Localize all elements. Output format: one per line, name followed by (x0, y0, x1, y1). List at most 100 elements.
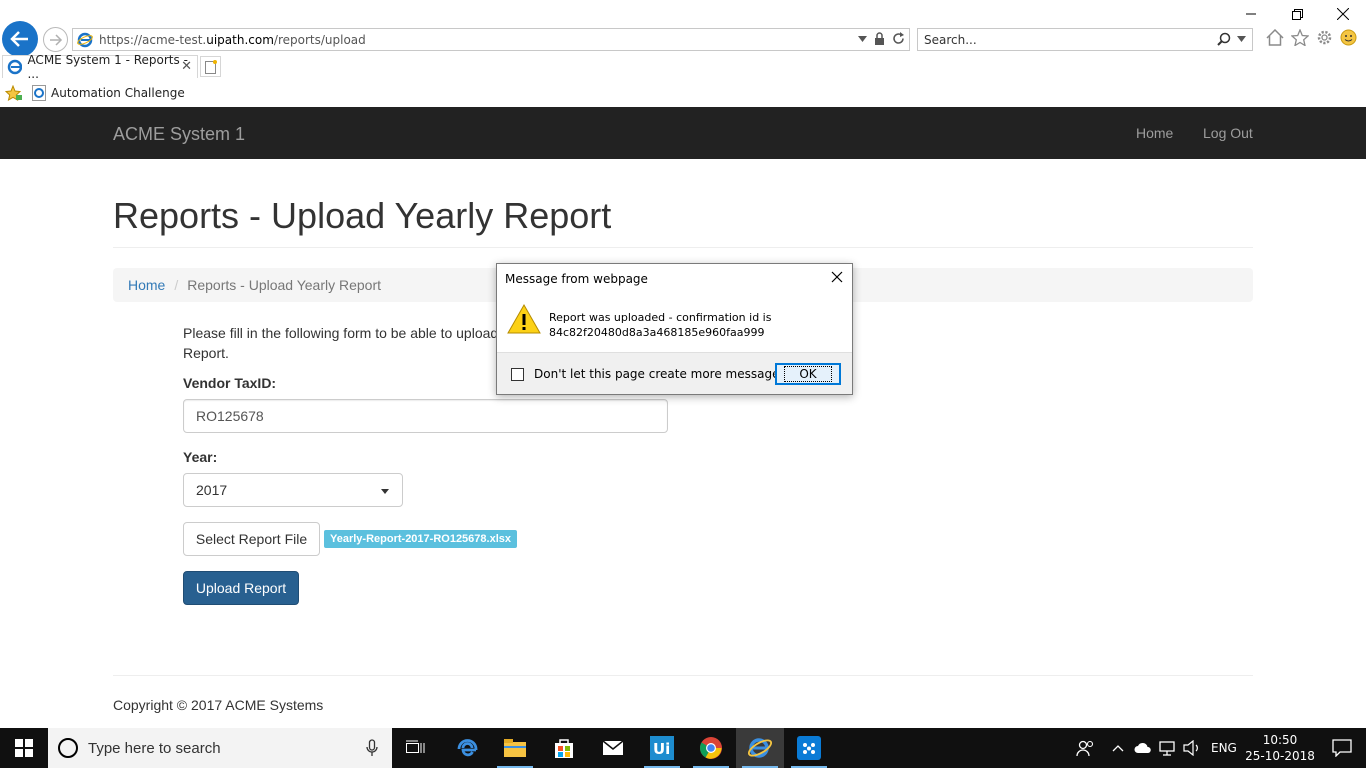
task-view-button[interactable] (392, 728, 440, 768)
taskbar-chrome[interactable] (687, 728, 735, 768)
warning-icon (507, 303, 541, 334)
internet-explorer-icon (747, 738, 773, 758)
taskbar-store[interactable] (540, 728, 588, 768)
suppress-messages-checkbox[interactable] (511, 368, 524, 381)
windows-taskbar: Type here to search Ui ENG 10:50 25-10-2… (0, 728, 1366, 768)
lock-icon[interactable] (874, 32, 885, 45)
close-icon[interactable] (830, 270, 844, 284)
smiley-feedback-icon[interactable] (1340, 29, 1357, 46)
volume-icon[interactable] (1183, 740, 1201, 756)
form-intro-text: Please fill in the following form to be … (183, 323, 503, 363)
upload-report-button[interactable]: Upload Report (183, 571, 299, 605)
taskbar-uipath-studio[interactable]: Ui (638, 728, 686, 768)
dialog-message-line-1: Report was uploaded - confirmation id is (549, 311, 772, 324)
taskbar-search-placeholder: Type here to search (88, 739, 221, 757)
minimize-icon (1246, 13, 1256, 15)
page-title: Reports - Upload Yearly Report (113, 195, 612, 236)
ok-button-label: OK (784, 366, 832, 382)
store-bag-icon (555, 739, 573, 758)
url-domain: uipath.com (206, 32, 274, 47)
new-tab-icon (204, 59, 217, 74)
refresh-icon[interactable] (892, 32, 905, 45)
gear-icon[interactable] (1316, 29, 1333, 46)
new-tab-button[interactable] (200, 56, 221, 77)
taskbar-internet-explorer[interactable] (736, 728, 784, 768)
task-view-icon (406, 740, 425, 753)
taskbar-file-explorer[interactable] (491, 728, 539, 768)
home-icon[interactable] (1266, 29, 1284, 46)
vendor-taxid-input[interactable] (183, 399, 668, 433)
confirmation-id: 84c82f20480d8a3a468185e960faa999 (549, 326, 765, 339)
address-bar-actions (858, 32, 905, 45)
breadcrumb-separator: / (174, 277, 179, 293)
nav-logout-link[interactable]: Log Out (1203, 125, 1253, 141)
browser-search-placeholder: Search... (924, 32, 977, 47)
favorites-bar: Automation Challenge (0, 81, 1366, 105)
folder-icon (504, 739, 526, 757)
start-button[interactable] (0, 728, 48, 768)
microphone-icon[interactable] (366, 739, 378, 757)
url-path: /reports/upload (273, 32, 366, 47)
chrome-icon (700, 737, 722, 759)
notifications-icon (1332, 739, 1352, 757)
taskbar-edge[interactable] (443, 728, 491, 768)
site-brand[interactable]: ACME System 1 (113, 124, 245, 145)
selected-file-badge: Yearly-Report-2017-RO125678.xlsx (324, 530, 517, 548)
system-tray: ENG (1076, 728, 1237, 768)
clock-date: 25-10-2018 (1245, 749, 1315, 763)
browser-search-input[interactable]: Search... (917, 28, 1253, 51)
onedrive-cloud-icon[interactable] (1134, 742, 1152, 754)
favorites-star-icon[interactable] (1291, 29, 1309, 46)
dialog-footer: Don't let this page create more messages… (497, 352, 852, 394)
back-arrow-icon (10, 31, 28, 47)
year-select[interactable]: 2017 (183, 473, 403, 507)
chevron-down-icon[interactable] (1237, 36, 1246, 42)
address-bar[interactable]: https://acme-test. uipath.com/reports/upl… (72, 28, 910, 51)
footer-divider (113, 675, 1253, 676)
forward-button[interactable] (43, 27, 68, 52)
close-tab-icon[interactable]: ✕ (181, 59, 192, 74)
tab-title: ACME System 1 - Reports - ... (27, 53, 188, 81)
action-center-button[interactable] (1318, 728, 1366, 768)
input-language[interactable]: ENG (1211, 741, 1237, 755)
back-button[interactable] (2, 21, 38, 57)
ok-button[interactable]: OK (775, 363, 841, 385)
mail-icon (602, 740, 624, 755)
taskbar-mail[interactable] (589, 728, 637, 768)
forward-arrow-icon (49, 33, 62, 46)
browser-chrome: https://acme-test. uipath.com/reports/upl… (0, 0, 1366, 107)
nav-home-link[interactable]: Home (1136, 125, 1173, 141)
search-icon[interactable] (1217, 32, 1231, 46)
taskbar-clock[interactable]: 10:50 25-10-2018 (1240, 732, 1320, 764)
svg-text:Ui: Ui (653, 740, 670, 758)
restore-button[interactable] (1274, 0, 1320, 28)
taskbar-app-blue[interactable] (785, 728, 833, 768)
breadcrumb-current: Reports - Upload Yearly Report (187, 277, 382, 293)
intro-line-1: Please fill in the following form to be … (183, 325, 499, 341)
chevron-up-icon[interactable] (1112, 744, 1124, 752)
suppress-messages-label[interactable]: Don't let this page create more messages (534, 367, 786, 381)
dialog-message: Report was uploaded - confirmation id is… (549, 310, 771, 340)
year-label: Year: (183, 449, 218, 465)
cortana-icon (58, 738, 78, 758)
window-controls (1228, 0, 1366, 28)
tab-acme-reports[interactable]: ACME System 1 - Reports - ... ✕ (2, 53, 198, 81)
ie-page-icon (32, 85, 46, 101)
network-icon[interactable] (1159, 740, 1177, 756)
clock-time: 10:50 (1262, 733, 1298, 747)
tab-bar: ACME System 1 - Reports - ... ✕ (0, 53, 1366, 81)
breadcrumb-home-link[interactable]: Home (128, 277, 165, 293)
app-grid-icon (797, 736, 821, 760)
taskbar-search-box[interactable]: Type here to search (48, 728, 392, 768)
people-icon[interactable] (1076, 739, 1096, 757)
footer-copyright: Copyright © 2017 ACME Systems (113, 697, 324, 713)
minimize-button[interactable] (1228, 0, 1274, 28)
favorite-automation-challenge[interactable]: Automation Challenge (51, 86, 185, 100)
select-report-file-button[interactable]: Select Report File (183, 522, 320, 556)
close-window-button[interactable] (1320, 0, 1366, 28)
close-icon (1337, 8, 1349, 20)
year-selected-value: 2017 (196, 482, 228, 498)
site-navbar: ACME System 1 Home Log Out (0, 107, 1366, 159)
chevron-down-icon[interactable] (858, 35, 867, 42)
favorites-add-icon[interactable] (5, 85, 23, 101)
